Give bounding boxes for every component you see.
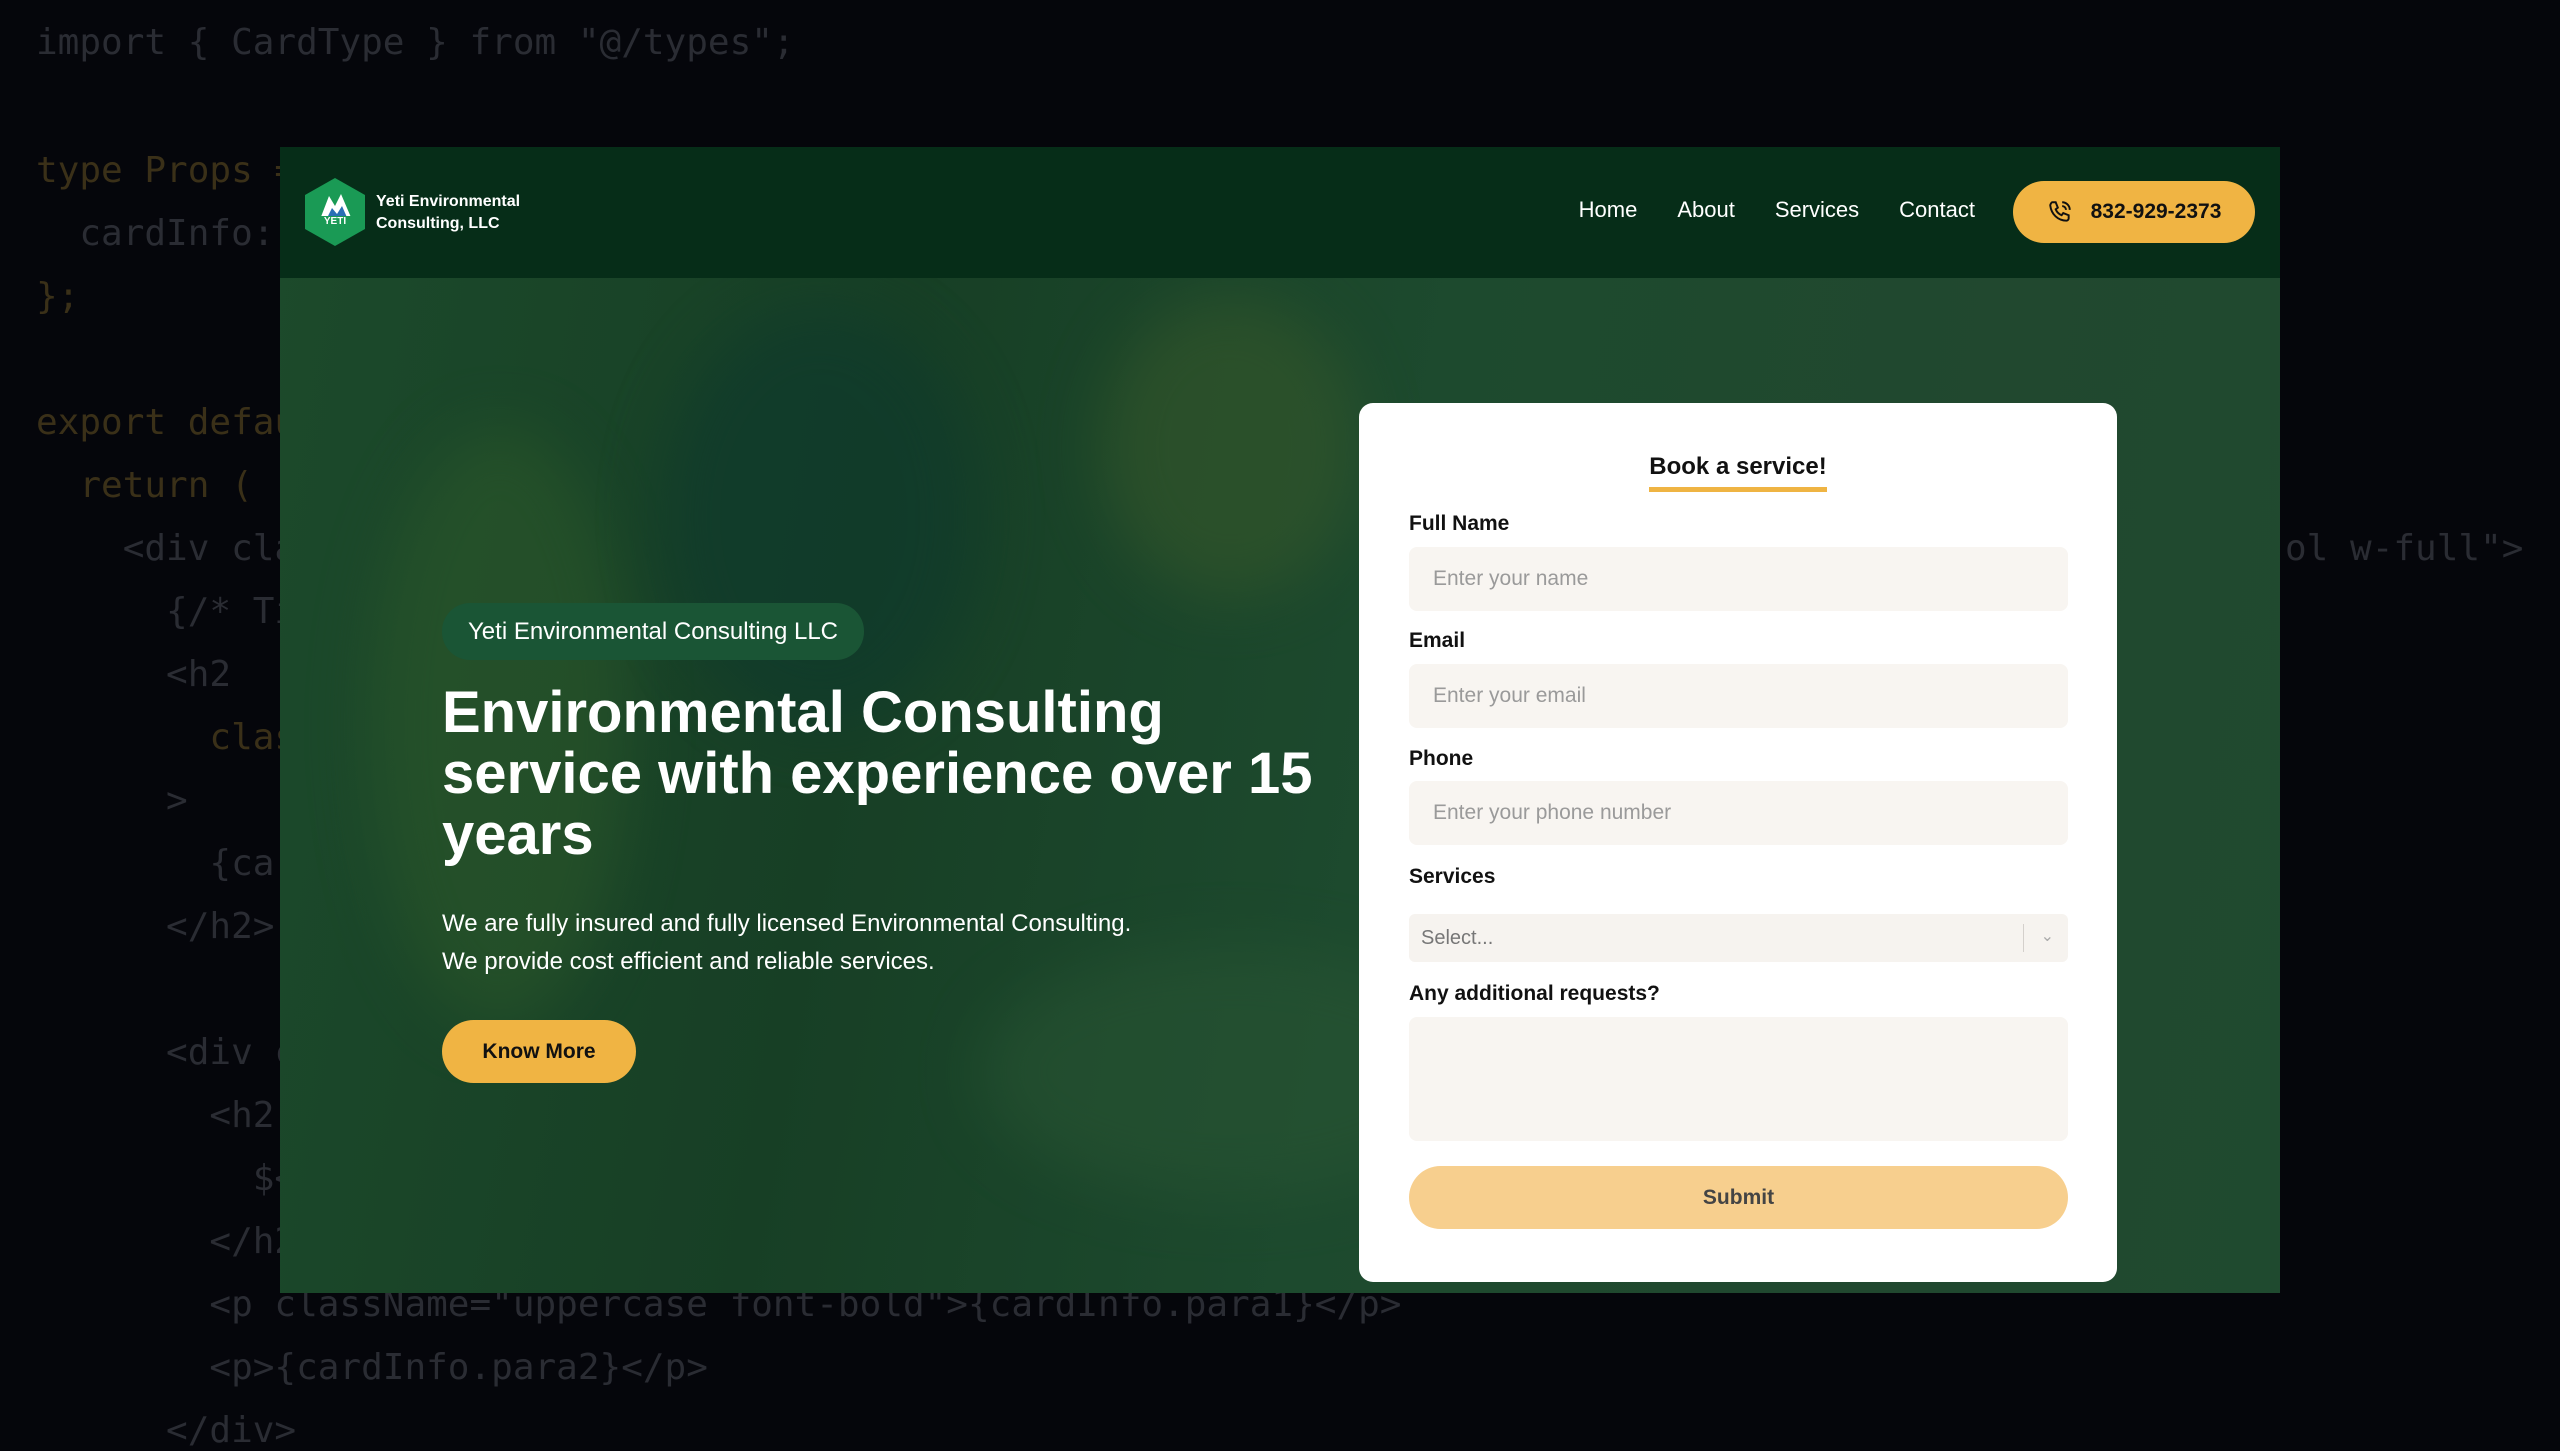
code-line: </h2 [36,1221,297,1262]
code-line: > [36,780,188,821]
nav-home[interactable]: Home [1579,197,1638,223]
services-select-value: Select... [1421,926,1494,949]
logo-text-line: Consulting, LLC [376,215,500,232]
code-line: <h2 [36,1095,275,1136]
code-line: }; [36,276,80,317]
phone-input[interactable] [1409,781,2068,845]
form-title-text: Book a service! [1649,453,1827,492]
code-line: $< [36,1158,297,1199]
phone-label: Phone [1409,747,1474,770]
nav-links: Home About Services Contact [1579,197,1975,223]
code-line: return ( [36,465,253,506]
code-line: {/* Ti [36,591,297,632]
requests-label: Any additional requests? [1409,982,1660,1005]
phone-button[interactable]: 832-929-2373 [2013,181,2255,243]
logo-text[interactable]: Yeti Environmental Consulting, LLC [376,191,520,235]
company-badge: Yeti Environmental Consulting LLC [442,603,864,660]
full-name-input[interactable] [1409,547,2068,611]
nav-about[interactable]: About [1677,197,1735,223]
code-line: clas [36,717,297,758]
email-input[interactable] [1409,664,2068,728]
website-preview: YETI Yeti Environmental Consulting, LLC … [280,147,2280,1293]
hero-text-line: We provide cost efficient and reliable s… [442,948,935,975]
know-more-button[interactable]: Know More [442,1020,636,1083]
code-line: {car [36,843,297,884]
code-line: export defau [36,402,297,443]
submit-button[interactable]: Submit [1409,1166,2068,1229]
booking-form: Book a service! Full Name Email Phone Se… [1359,403,2117,1282]
services-select[interactable]: Select... ⌄ [1409,914,2068,962]
code-line: <div c [36,1032,297,1073]
requests-textarea[interactable] [1409,1017,2068,1141]
code-line: cardInfo: [36,213,275,254]
svg-text:YETI: YETI [324,216,346,227]
hero-photo-shape [660,307,980,727]
hero-photo-shape [1100,297,1360,597]
full-name-label: Full Name [1409,512,1510,535]
code-line: import { CardType } from "@/types"; [36,22,795,63]
phone-icon [2048,201,2071,222]
select-divider [2023,924,2024,952]
code-line: <div cla [36,528,297,569]
nav-services[interactable]: Services [1775,197,1859,223]
hero-title: Environmental Consulting service with ex… [442,680,1313,867]
chevron-down-icon[interactable]: ⌄ [2041,926,2054,946]
code-line: <h2 [36,654,232,695]
code-line: ol w-full"> [2285,528,2524,569]
phone-number: 832-929-2373 [2090,200,2222,223]
code-line: <p>{cardInfo.para2}</p> [36,1347,708,1388]
code-line: type Props = [36,150,297,191]
nav-contact[interactable]: Contact [1899,197,1975,223]
hero-description: We are fully insured and fully licensed … [442,905,1131,981]
navbar: YETI Yeti Environmental Consulting, LLC … [280,147,2280,278]
email-label: Email [1409,629,1466,652]
yeti-logo[interactable]: YETI [305,178,365,246]
hero-text-line: We are fully insured and fully licensed … [442,910,1132,937]
code-line: </h2> [36,906,275,947]
logo-text-line: Yeti Environmental [376,193,521,210]
services-label: Services [1409,865,1496,888]
code-line: </div> [36,1410,297,1451]
form-title: Book a service! [1359,453,2117,492]
